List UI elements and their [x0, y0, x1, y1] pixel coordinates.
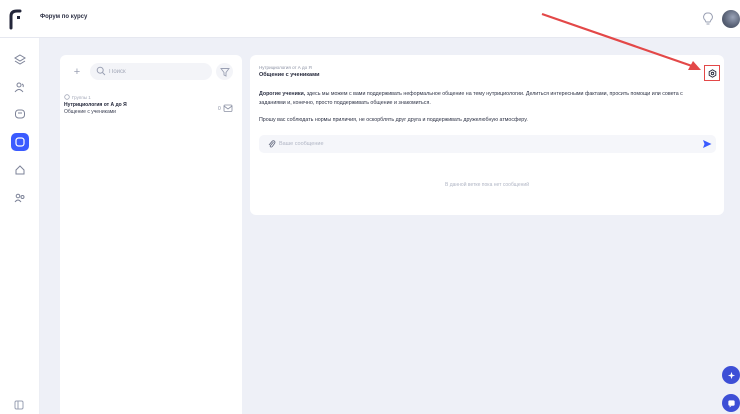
- list-item[interactable]: Группы 1 Нутрициология от А до Я Общение…: [60, 89, 242, 123]
- users-icon: [14, 82, 24, 93]
- sidebar-item-home[interactable]: [11, 161, 29, 179]
- app-logo-icon[interactable]: [8, 8, 22, 30]
- search-icon: [96, 66, 106, 76]
- sidebar-item-users[interactable]: [11, 78, 29, 96]
- chat-description: Дорогие ученики, здесь мы можем с вами п…: [259, 90, 711, 107]
- chat-panel: Нутрициология от А до Я Общение с ученик…: [250, 55, 724, 215]
- assistant-button[interactable]: [722, 366, 740, 384]
- chat-title: Общение с учениками: [259, 72, 320, 78]
- home-icon: [15, 165, 25, 175]
- layers-icon: [14, 54, 26, 65]
- message-input[interactable]: [279, 138, 679, 150]
- chat-rules: Прошу вас соблюдать нормы приличия, не о…: [259, 117, 528, 123]
- settings-button[interactable]: [704, 65, 720, 81]
- lightbulb-icon[interactable]: [703, 12, 713, 26]
- collapse-icon[interactable]: [14, 400, 24, 410]
- paperclip-icon[interactable]: [267, 139, 276, 149]
- breadcrumb[interactable]: Нутрициология от А до Я: [259, 65, 312, 70]
- envelope-icon: [223, 104, 233, 112]
- forum-icon: [15, 137, 25, 147]
- search-box: [90, 63, 212, 80]
- search-input[interactable]: [109, 65, 204, 78]
- chat-bubble-icon: [15, 109, 25, 119]
- gear-icon: [708, 68, 716, 78]
- message-composer: [259, 135, 716, 153]
- sparkle-icon: [727, 371, 735, 379]
- group-list-panel: + Группы 1 Нутрициология от А до Я Общен…: [60, 55, 242, 414]
- message-icon: [727, 399, 735, 408]
- support-chat-button[interactable]: [722, 394, 740, 412]
- chat-description-text: здесь мы можем с вами поддерживать нефор…: [259, 91, 683, 106]
- filter-button[interactable]: [216, 63, 233, 80]
- sidebar-item-layers[interactable]: [11, 51, 29, 69]
- chat-greeting: Дорогие ученики,: [259, 91, 306, 97]
- send-icon[interactable]: [702, 139, 712, 149]
- group-meta-label: Группы 1: [72, 94, 91, 100]
- user-group-icon: [14, 193, 25, 203]
- sidebar-item-chat[interactable]: [11, 105, 29, 123]
- group-icon: [64, 94, 70, 100]
- sidebar: [0, 38, 40, 414]
- top-bar: Форум по курсу: [0, 0, 740, 38]
- unread-count: 0: [218, 106, 221, 112]
- avatar[interactable]: [722, 10, 740, 28]
- sidebar-item-group[interactable]: [11, 189, 29, 207]
- group-name: Нутрициология от А до Я: [64, 102, 127, 108]
- page-title: Форум по курсу: [40, 14, 88, 20]
- group-meta: Группы 1: [64, 94, 91, 100]
- group-subtitle: Общение с учениками: [64, 109, 116, 115]
- sidebar-item-forum[interactable]: [11, 133, 29, 151]
- filter-icon: [219, 67, 230, 77]
- empty-state: В данной ветке пока нет сообщений: [444, 182, 529, 188]
- add-group-button[interactable]: +: [70, 65, 84, 79]
